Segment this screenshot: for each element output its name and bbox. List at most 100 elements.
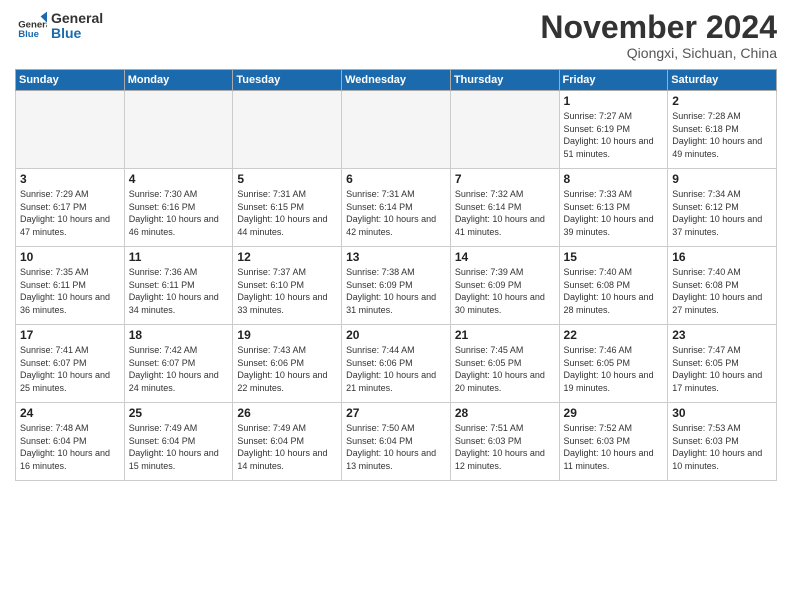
day-number: 16 bbox=[672, 250, 772, 264]
day-info: Sunrise: 7:48 AMSunset: 6:04 PMDaylight:… bbox=[20, 422, 120, 472]
day-info: Sunrise: 7:30 AMSunset: 6:16 PMDaylight:… bbox=[129, 188, 229, 238]
day-cell bbox=[450, 91, 559, 169]
calendar-table: SundayMondayTuesdayWednesdayThursdayFrid… bbox=[15, 69, 777, 481]
day-cell: 2 Sunrise: 7:28 AMSunset: 6:18 PMDaylight… bbox=[668, 91, 777, 169]
day-info: Sunrise: 7:41 AMSunset: 6:07 PMDaylight:… bbox=[20, 344, 120, 394]
weekday-header-tuesday: Tuesday bbox=[233, 70, 342, 91]
day-cell: 17 Sunrise: 7:41 AMSunset: 6:07 PMDayligh… bbox=[16, 325, 125, 403]
day-number: 9 bbox=[672, 172, 772, 186]
header: General Blue General Blue November 2024 … bbox=[15, 10, 777, 61]
day-number: 14 bbox=[455, 250, 555, 264]
day-cell: 23 Sunrise: 7:47 AMSunset: 6:05 PMDayligh… bbox=[668, 325, 777, 403]
weekday-header-friday: Friday bbox=[559, 70, 668, 91]
day-info: Sunrise: 7:31 AMSunset: 6:14 PMDaylight:… bbox=[346, 188, 446, 238]
week-row-3: 10 Sunrise: 7:35 AMSunset: 6:11 PMDayligh… bbox=[16, 247, 777, 325]
day-info: Sunrise: 7:49 AMSunset: 6:04 PMDaylight:… bbox=[129, 422, 229, 472]
day-number: 10 bbox=[20, 250, 120, 264]
month-title: November 2024 bbox=[540, 10, 777, 45]
page-container: General Blue General Blue November 2024 … bbox=[0, 0, 792, 612]
day-cell: 22 Sunrise: 7:46 AMSunset: 6:05 PMDayligh… bbox=[559, 325, 668, 403]
week-row-2: 3 Sunrise: 7:29 AMSunset: 6:17 PMDaylight… bbox=[16, 169, 777, 247]
day-number: 13 bbox=[346, 250, 446, 264]
day-number: 7 bbox=[455, 172, 555, 186]
day-number: 12 bbox=[237, 250, 337, 264]
day-cell bbox=[16, 91, 125, 169]
day-number: 11 bbox=[129, 250, 229, 264]
day-number: 3 bbox=[20, 172, 120, 186]
day-number: 27 bbox=[346, 406, 446, 420]
day-info: Sunrise: 7:34 AMSunset: 6:12 PMDaylight:… bbox=[672, 188, 772, 238]
day-info: Sunrise: 7:47 AMSunset: 6:05 PMDaylight:… bbox=[672, 344, 772, 394]
day-cell: 4 Sunrise: 7:30 AMSunset: 6:16 PMDaylight… bbox=[124, 169, 233, 247]
day-cell bbox=[233, 91, 342, 169]
weekday-header-thursday: Thursday bbox=[450, 70, 559, 91]
logo-blue-text: Blue bbox=[51, 26, 103, 41]
day-info: Sunrise: 7:40 AMSunset: 6:08 PMDaylight:… bbox=[672, 266, 772, 316]
day-number: 6 bbox=[346, 172, 446, 186]
day-info: Sunrise: 7:46 AMSunset: 6:05 PMDaylight:… bbox=[564, 344, 664, 394]
day-cell: 13 Sunrise: 7:38 AMSunset: 6:09 PMDayligh… bbox=[342, 247, 451, 325]
svg-text:Blue: Blue bbox=[18, 29, 39, 40]
day-number: 22 bbox=[564, 328, 664, 342]
day-cell: 3 Sunrise: 7:29 AMSunset: 6:17 PMDaylight… bbox=[16, 169, 125, 247]
day-number: 24 bbox=[20, 406, 120, 420]
day-info: Sunrise: 7:53 AMSunset: 6:03 PMDaylight:… bbox=[672, 422, 772, 472]
day-number: 2 bbox=[672, 94, 772, 108]
weekday-header-row: SundayMondayTuesdayWednesdayThursdayFrid… bbox=[16, 70, 777, 91]
day-number: 5 bbox=[237, 172, 337, 186]
day-info: Sunrise: 7:32 AMSunset: 6:14 PMDaylight:… bbox=[455, 188, 555, 238]
day-number: 19 bbox=[237, 328, 337, 342]
day-cell: 29 Sunrise: 7:52 AMSunset: 6:03 PMDayligh… bbox=[559, 403, 668, 481]
day-cell: 30 Sunrise: 7:53 AMSunset: 6:03 PMDayligh… bbox=[668, 403, 777, 481]
day-number: 23 bbox=[672, 328, 772, 342]
day-cell: 7 Sunrise: 7:32 AMSunset: 6:14 PMDaylight… bbox=[450, 169, 559, 247]
day-info: Sunrise: 7:44 AMSunset: 6:06 PMDaylight:… bbox=[346, 344, 446, 394]
day-cell: 25 Sunrise: 7:49 AMSunset: 6:04 PMDayligh… bbox=[124, 403, 233, 481]
day-info: Sunrise: 7:42 AMSunset: 6:07 PMDaylight:… bbox=[129, 344, 229, 394]
day-number: 1 bbox=[564, 94, 664, 108]
day-info: Sunrise: 7:52 AMSunset: 6:03 PMDaylight:… bbox=[564, 422, 664, 472]
day-info: Sunrise: 7:50 AMSunset: 6:04 PMDaylight:… bbox=[346, 422, 446, 472]
day-number: 29 bbox=[564, 406, 664, 420]
day-number: 30 bbox=[672, 406, 772, 420]
day-info: Sunrise: 7:35 AMSunset: 6:11 PMDaylight:… bbox=[20, 266, 120, 316]
day-info: Sunrise: 7:33 AMSunset: 6:13 PMDaylight:… bbox=[564, 188, 664, 238]
day-number: 8 bbox=[564, 172, 664, 186]
day-number: 4 bbox=[129, 172, 229, 186]
day-info: Sunrise: 7:51 AMSunset: 6:03 PMDaylight:… bbox=[455, 422, 555, 472]
weekday-header-wednesday: Wednesday bbox=[342, 70, 451, 91]
week-row-4: 17 Sunrise: 7:41 AMSunset: 6:07 PMDayligh… bbox=[16, 325, 777, 403]
day-cell: 9 Sunrise: 7:34 AMSunset: 6:12 PMDaylight… bbox=[668, 169, 777, 247]
day-number: 17 bbox=[20, 328, 120, 342]
day-cell: 27 Sunrise: 7:50 AMSunset: 6:04 PMDayligh… bbox=[342, 403, 451, 481]
day-number: 20 bbox=[346, 328, 446, 342]
day-info: Sunrise: 7:37 AMSunset: 6:10 PMDaylight:… bbox=[237, 266, 337, 316]
day-info: Sunrise: 7:29 AMSunset: 6:17 PMDaylight:… bbox=[20, 188, 120, 238]
day-cell: 11Sunrise: 7:36 AMSunset: 6:11 PMDayligh… bbox=[124, 247, 233, 325]
logo-icon: General Blue bbox=[15, 10, 47, 42]
day-info: Sunrise: 7:28 AMSunset: 6:18 PMDaylight:… bbox=[672, 110, 772, 160]
logo: General Blue General Blue bbox=[15, 10, 103, 42]
day-cell: 12 Sunrise: 7:37 AMSunset: 6:10 PMDayligh… bbox=[233, 247, 342, 325]
day-cell: 14 Sunrise: 7:39 AMSunset: 6:09 PMDayligh… bbox=[450, 247, 559, 325]
day-cell bbox=[342, 91, 451, 169]
day-cell: 10 Sunrise: 7:35 AMSunset: 6:11 PMDayligh… bbox=[16, 247, 125, 325]
day-cell: 16 Sunrise: 7:40 AMSunset: 6:08 PMDayligh… bbox=[668, 247, 777, 325]
day-number: 21 bbox=[455, 328, 555, 342]
day-number: 15 bbox=[564, 250, 664, 264]
day-info: Sunrise: 7:39 AMSunset: 6:09 PMDaylight:… bbox=[455, 266, 555, 316]
day-number: 25 bbox=[129, 406, 229, 420]
day-info: Sunrise: 7:38 AMSunset: 6:09 PMDaylight:… bbox=[346, 266, 446, 316]
weekday-header-monday: Monday bbox=[124, 70, 233, 91]
day-cell: 24 Sunrise: 7:48 AMSunset: 6:04 PMDayligh… bbox=[16, 403, 125, 481]
day-cell: 21Sunrise: 7:45 AMSunset: 6:05 PMDayligh… bbox=[450, 325, 559, 403]
day-cell: 26Sunrise: 7:49 AMSunset: 6:04 PMDayligh… bbox=[233, 403, 342, 481]
day-info: Sunrise: 7:27 AMSunset: 6:19 PMDaylight:… bbox=[564, 110, 664, 160]
day-cell: 20 Sunrise: 7:44 AMSunset: 6:06 PMDayligh… bbox=[342, 325, 451, 403]
day-info: Sunrise: 7:43 AMSunset: 6:06 PMDaylight:… bbox=[237, 344, 337, 394]
day-number: 18 bbox=[129, 328, 229, 342]
title-block: November 2024 Qiongxi, Sichuan, China bbox=[540, 10, 777, 61]
day-cell bbox=[124, 91, 233, 169]
logo-text: General Blue bbox=[51, 11, 103, 42]
day-info: Sunrise: 7:40 AMSunset: 6:08 PMDaylight:… bbox=[564, 266, 664, 316]
